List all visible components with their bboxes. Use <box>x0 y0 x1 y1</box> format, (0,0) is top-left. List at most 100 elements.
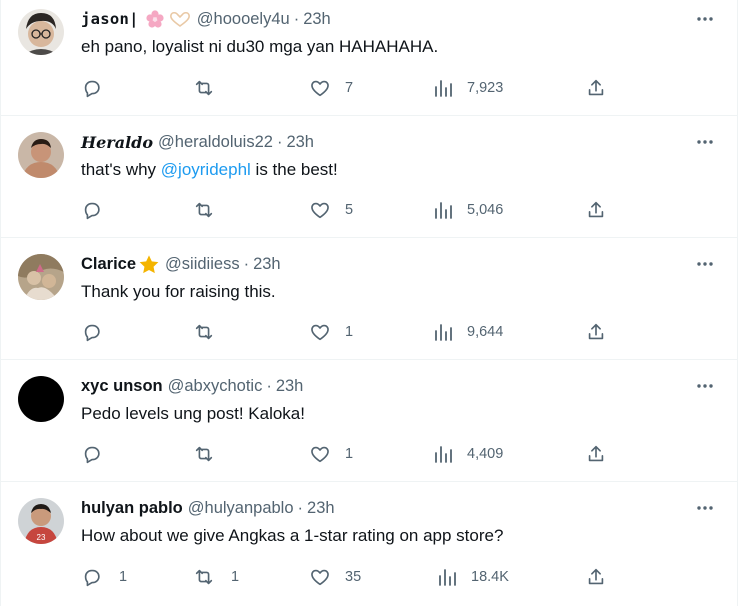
retweet-icon <box>193 443 215 465</box>
reply-button[interactable] <box>81 77 117 99</box>
like-button[interactable]: 35 <box>309 566 361 588</box>
avatar[interactable] <box>18 9 64 55</box>
retweet-icon <box>193 566 215 588</box>
share-icon <box>585 199 607 221</box>
timestamp[interactable]: 23h <box>276 377 304 396</box>
views-count: 18.4K <box>471 569 509 585</box>
tweet[interactable]: xyc unson @abxychotic · 23h Pedo levels … <box>1 360 737 482</box>
mention-link[interactable]: @joyridephl <box>161 160 251 179</box>
retweet-icon <box>193 321 215 343</box>
tweet-header: Clarice @siidiiess · 23h <box>81 254 281 274</box>
avatar[interactable]: 23 <box>18 498 64 544</box>
handle[interactable]: @siidiiess <box>165 255 240 274</box>
more-options-icon[interactable] <box>693 132 717 152</box>
display-name[interactable]: xyc unson <box>81 377 163 396</box>
tweet-text: that's why @joyridephl is the best! <box>81 160 338 180</box>
retweet-button[interactable]: 1 <box>193 566 239 588</box>
retweet-button[interactable] <box>193 199 229 221</box>
more-options-icon[interactable] <box>693 498 717 518</box>
timestamp[interactable]: 23h <box>303 10 331 29</box>
heart-icon <box>309 321 331 343</box>
views-chart-icon <box>433 200 453 220</box>
retweet-icon <box>193 199 215 221</box>
like-count: 7 <box>345 80 354 96</box>
reply-icon <box>81 443 103 465</box>
like-button[interactable]: 1 <box>309 321 353 343</box>
reply-button[interactable] <box>81 321 117 343</box>
more-options-icon[interactable] <box>693 9 717 29</box>
tweet[interactable]: 23 hulyan pablo @hulyanpablo · 23h How a… <box>1 482 737 606</box>
tweet-header: xyc unson @abxychotic · 23h <box>81 376 303 396</box>
share-button[interactable] <box>585 566 607 588</box>
tweet-text-part: is the best! <box>250 160 338 179</box>
share-icon <box>585 321 607 343</box>
like-count: 1 <box>345 324 354 340</box>
tweet-text-part: that's why <box>81 160 161 179</box>
tweet[interactable]: Heraldo @heraldoluis22 · 23h that's why … <box>1 116 737 238</box>
tweet-actions: 1 1 35 18.4K <box>81 566 721 588</box>
separator-dot: · <box>266 376 272 395</box>
retweet-button[interactable] <box>193 321 229 343</box>
handle[interactable]: @hulyanpablo <box>188 499 294 518</box>
share-icon <box>585 443 607 465</box>
more-options-icon[interactable] <box>693 376 717 396</box>
views-chart-icon <box>433 322 453 342</box>
like-button[interactable]: 1 <box>309 443 353 465</box>
share-button[interactable] <box>585 77 607 99</box>
timestamp[interactable]: 23h <box>307 499 335 518</box>
separator-dot: · <box>276 132 283 151</box>
heart-icon <box>309 199 331 221</box>
views-button[interactable]: 7,923 <box>433 77 503 99</box>
views-button[interactable]: 4,409 <box>433 443 503 465</box>
timestamp[interactable]: 23h <box>253 255 281 274</box>
avatar[interactable] <box>18 254 64 300</box>
reply-icon <box>81 77 103 99</box>
display-name[interactable]: Clarice <box>81 255 136 274</box>
tweet[interactable]: Clarice @siidiiess · 23h Thank you for r… <box>1 238 737 360</box>
share-icon <box>585 566 607 588</box>
like-count: 1 <box>345 446 354 462</box>
like-button[interactable]: 5 <box>309 199 353 221</box>
reply-button[interactable] <box>81 199 117 221</box>
handle[interactable]: @hoooely4u <box>197 10 290 29</box>
views-count: 7,923 <box>467 80 504 96</box>
separator-dot: · <box>243 254 250 273</box>
reply-icon <box>81 566 103 588</box>
share-button[interactable] <box>585 321 607 343</box>
more-options-icon[interactable] <box>693 254 717 274</box>
tweet-actions: 1 4,409 <box>81 443 721 465</box>
retweet-button[interactable] <box>193 443 229 465</box>
views-button[interactable]: 9,644 <box>433 321 503 343</box>
share-button[interactable] <box>585 199 607 221</box>
like-count: 35 <box>345 569 362 585</box>
heart-icon <box>309 77 331 99</box>
retweet-button[interactable] <box>193 77 229 99</box>
timestamp[interactable]: 23h <box>286 133 314 152</box>
tweet[interactable]: jason| @hoooely4u · 23h eh pano, loyalis… <box>1 0 737 116</box>
display-name[interactable]: jason| <box>81 10 139 28</box>
views-button[interactable]: 5,046 <box>433 199 503 221</box>
tweet-actions: 7 7,923 <box>81 77 721 99</box>
retweet-icon <box>193 77 215 99</box>
reply-button[interactable] <box>81 443 117 465</box>
handle[interactable]: @abxychotic <box>168 377 263 396</box>
tweet-header: hulyan pablo @hulyanpablo · 23h <box>81 498 335 518</box>
views-chart-icon <box>433 78 453 98</box>
tweet-header: Heraldo @heraldoluis22 · 23h <box>81 132 314 152</box>
handle[interactable]: @heraldoluis22 <box>158 133 273 152</box>
reply-feed: jason| @hoooely4u · 23h eh pano, loyalis… <box>0 0 738 606</box>
heart-icon <box>309 443 331 465</box>
views-button[interactable]: 18.4K <box>437 566 509 588</box>
heart-icon <box>309 566 331 588</box>
separator-dot: · <box>297 498 304 517</box>
cherry-blossom-icon <box>145 9 165 29</box>
retweet-count: 1 <box>231 569 240 585</box>
display-name[interactable]: hulyan pablo <box>81 499 183 518</box>
share-button[interactable] <box>585 443 607 465</box>
reply-button[interactable]: 1 <box>81 566 127 588</box>
display-name[interactable]: Heraldo <box>81 133 153 152</box>
avatar[interactable] <box>18 376 64 422</box>
avatar[interactable] <box>18 132 64 178</box>
like-count: 5 <box>345 202 354 218</box>
like-button[interactable]: 7 <box>309 77 353 99</box>
